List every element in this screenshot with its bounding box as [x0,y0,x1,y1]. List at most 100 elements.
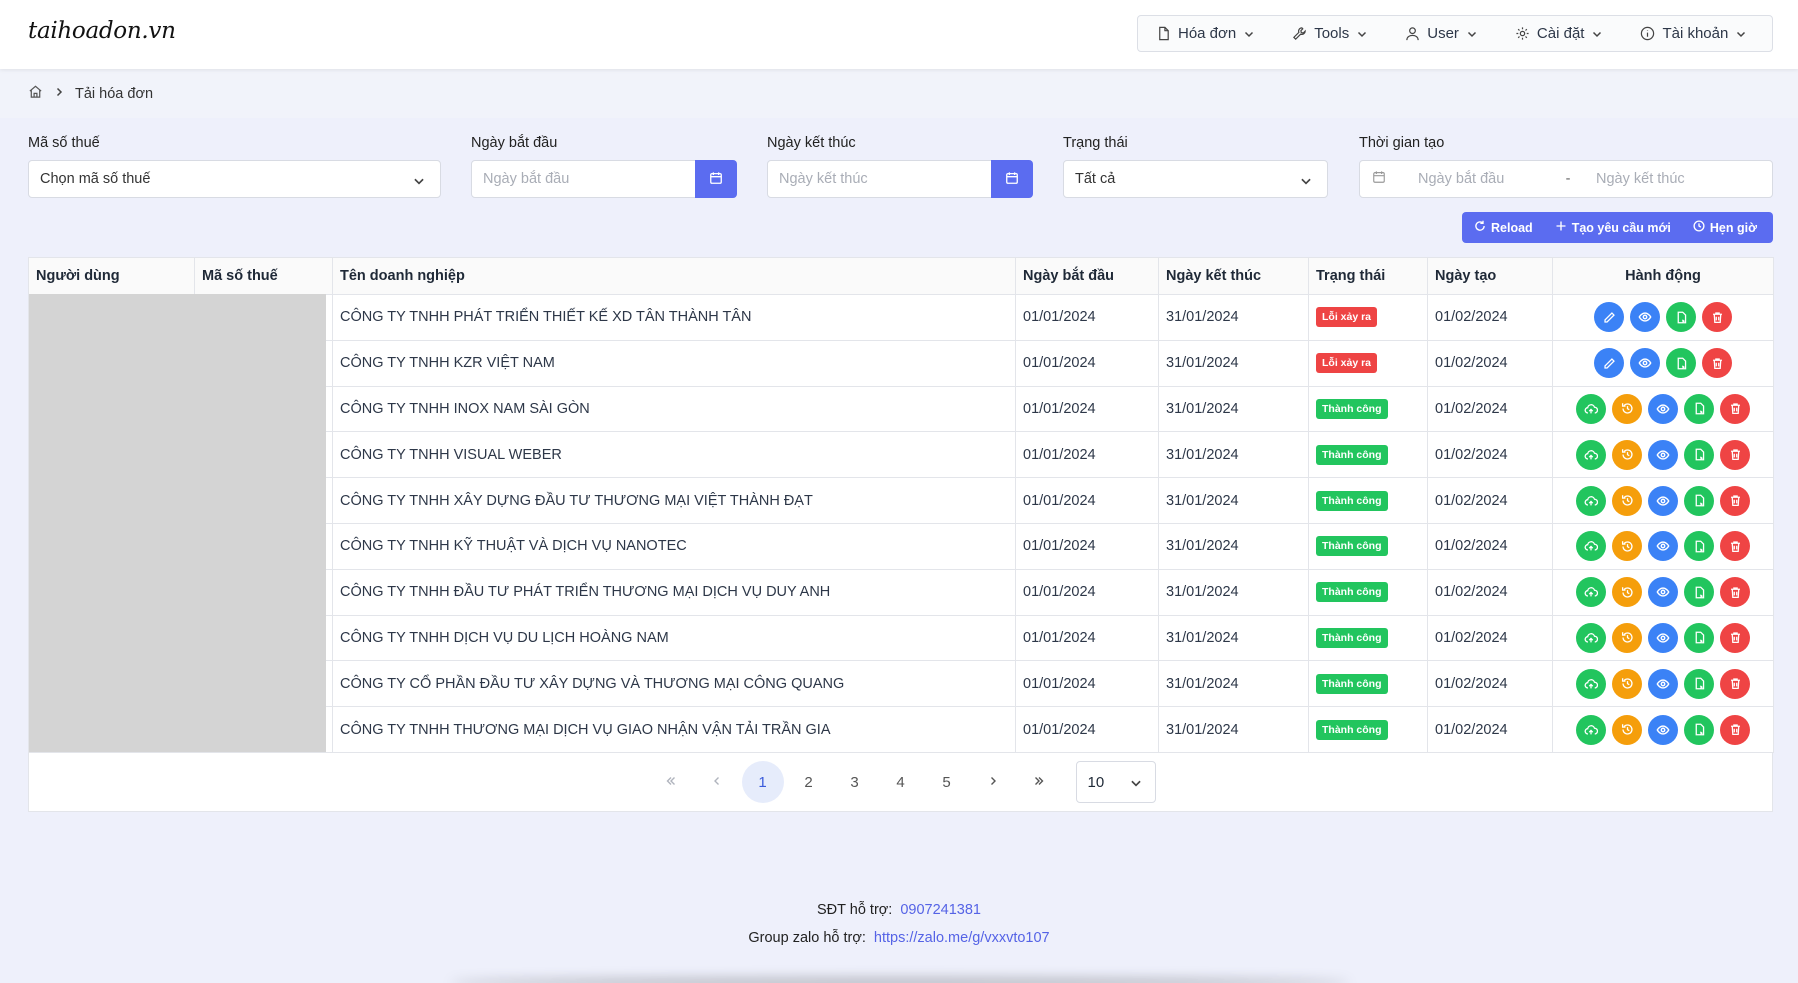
delete-button[interactable] [1720,439,1750,470]
download-button[interactable] [1576,668,1606,699]
reload-button[interactable]: Reload [1474,220,1533,235]
status-badge: Thành công [1316,398,1388,419]
menu-user-label: User [1427,25,1459,42]
export-button[interactable] [1684,531,1714,562]
status-badge: Thành công [1316,627,1388,648]
export-button[interactable] [1666,348,1696,379]
page-3-button[interactable]: 3 [834,761,876,803]
page-5-button[interactable]: 5 [926,761,968,803]
support-phone-link[interactable]: 0907241381 [900,902,981,918]
download-button[interactable] [1576,531,1606,562]
view-button[interactable] [1648,439,1678,470]
start-date-cell: 01/01/2024 [1015,568,1159,616]
edit-button[interactable] [1594,302,1624,333]
history-button[interactable] [1612,714,1642,745]
download-button[interactable] [1576,714,1606,745]
download-button[interactable] [1576,439,1606,470]
menu-settings[interactable]: Cài đặt [1515,25,1604,42]
export-button[interactable] [1666,302,1696,333]
export-button[interactable] [1684,622,1714,653]
end-date-input[interactable]: Ngày kết thúc [767,160,992,198]
col-company[interactable]: Tên doanh nghiệp [332,257,1016,295]
start-date-calendar-button[interactable] [695,160,737,198]
download-button[interactable] [1576,622,1606,653]
last-page-button[interactable] [1018,761,1060,803]
support-phone-label: SĐT hỗ trợ: [817,902,893,918]
delete-button[interactable] [1720,485,1750,516]
new-request-button[interactable]: Tạo yêu cầu mới [1555,220,1671,235]
history-button[interactable] [1612,668,1642,699]
history-button[interactable] [1612,622,1642,653]
page-1-button[interactable]: 1 [741,761,784,803]
menu-account[interactable]: Tài khoản [1640,25,1747,42]
export-button[interactable] [1684,439,1714,470]
col-user[interactable]: Người dùng [28,257,195,295]
app-logo[interactable]: taihoadon.vn [28,18,176,44]
home-icon[interactable] [28,84,43,103]
created-range-end[interactable]: Ngày kết thúc [1596,171,1685,187]
view-button[interactable] [1648,485,1678,516]
created-range-picker[interactable]: Ngày bắt đầu - Ngày kết thúc [1359,160,1773,198]
col-start-date[interactable]: Ngày bắt đầu [1015,257,1159,295]
prev-page-button[interactable] [696,761,738,803]
menu-tools[interactable]: Tools [1292,25,1368,42]
view-button[interactable] [1648,714,1678,745]
download-button[interactable] [1576,577,1606,608]
tax-code-value: Chọn mã số thuế [40,171,151,187]
delete-button[interactable] [1720,714,1750,745]
edit-button[interactable] [1594,348,1624,379]
page-size-select[interactable]: 10 [1075,761,1156,803]
start-date-input[interactable]: Ngày bắt đầu [471,160,696,198]
view-button[interactable] [1648,531,1678,562]
view-button[interactable] [1648,393,1678,424]
pagination: 1 2 3 4 5 10 [29,760,1774,804]
menu-invoices[interactable]: Hóa đơn [1156,25,1255,42]
status-badge: Lỗi xảy ra [1316,307,1378,328]
export-button[interactable] [1684,668,1714,699]
view-button[interactable] [1648,622,1678,653]
page-2-button[interactable]: 2 [788,761,830,803]
history-icon [1621,723,1634,736]
history-button[interactable] [1612,531,1642,562]
status-cell: Lỗi xảy ra [1308,339,1428,387]
menu-user[interactable]: User [1405,25,1478,42]
view-button[interactable] [1630,302,1660,333]
view-button[interactable] [1630,348,1660,379]
col-created[interactable]: Ngày tạo [1427,257,1553,295]
support-zalo-link[interactable]: https://zalo.me/g/vxxvto107 [874,930,1050,946]
history-button[interactable] [1612,393,1642,424]
export-button[interactable] [1684,393,1714,424]
next-page-button[interactable] [972,761,1014,803]
col-end-date[interactable]: Ngày kết thúc [1158,257,1309,295]
delete-button[interactable] [1720,668,1750,699]
history-button[interactable] [1612,485,1642,516]
delete-button[interactable] [1720,622,1750,653]
start-date-cell: 01/01/2024 [1015,431,1159,479]
delete-button[interactable] [1720,577,1750,608]
start-date-cell: 01/01/2024 [1015,614,1159,662]
created-range-start[interactable]: Ngày bắt đầu [1418,171,1548,187]
delete-button[interactable] [1720,531,1750,562]
schedule-button[interactable]: Hẹn giờ [1693,220,1757,235]
eye-icon [1656,494,1670,508]
view-button[interactable] [1648,668,1678,699]
delete-button[interactable] [1702,302,1732,333]
tax-code-select[interactable]: Chọn mã số thuế [28,160,441,198]
export-button[interactable] [1684,485,1714,516]
first-page-button[interactable] [650,761,692,803]
history-button[interactable] [1612,439,1642,470]
history-button[interactable] [1612,577,1642,608]
view-button[interactable] [1648,577,1678,608]
export-button[interactable] [1684,577,1714,608]
col-tax-code[interactable]: Mã số thuế [194,257,333,295]
page-4-button[interactable]: 4 [880,761,922,803]
download-button[interactable] [1576,393,1606,424]
download-button[interactable] [1576,485,1606,516]
end-date-calendar-button[interactable] [991,160,1033,198]
status-select[interactable]: Tất cả [1063,160,1328,198]
delete-button[interactable] [1720,393,1750,424]
export-button[interactable] [1684,714,1714,745]
actions-cell [1552,660,1774,708]
col-status[interactable]: Trạng thái [1308,257,1428,295]
delete-button[interactable] [1702,348,1732,379]
